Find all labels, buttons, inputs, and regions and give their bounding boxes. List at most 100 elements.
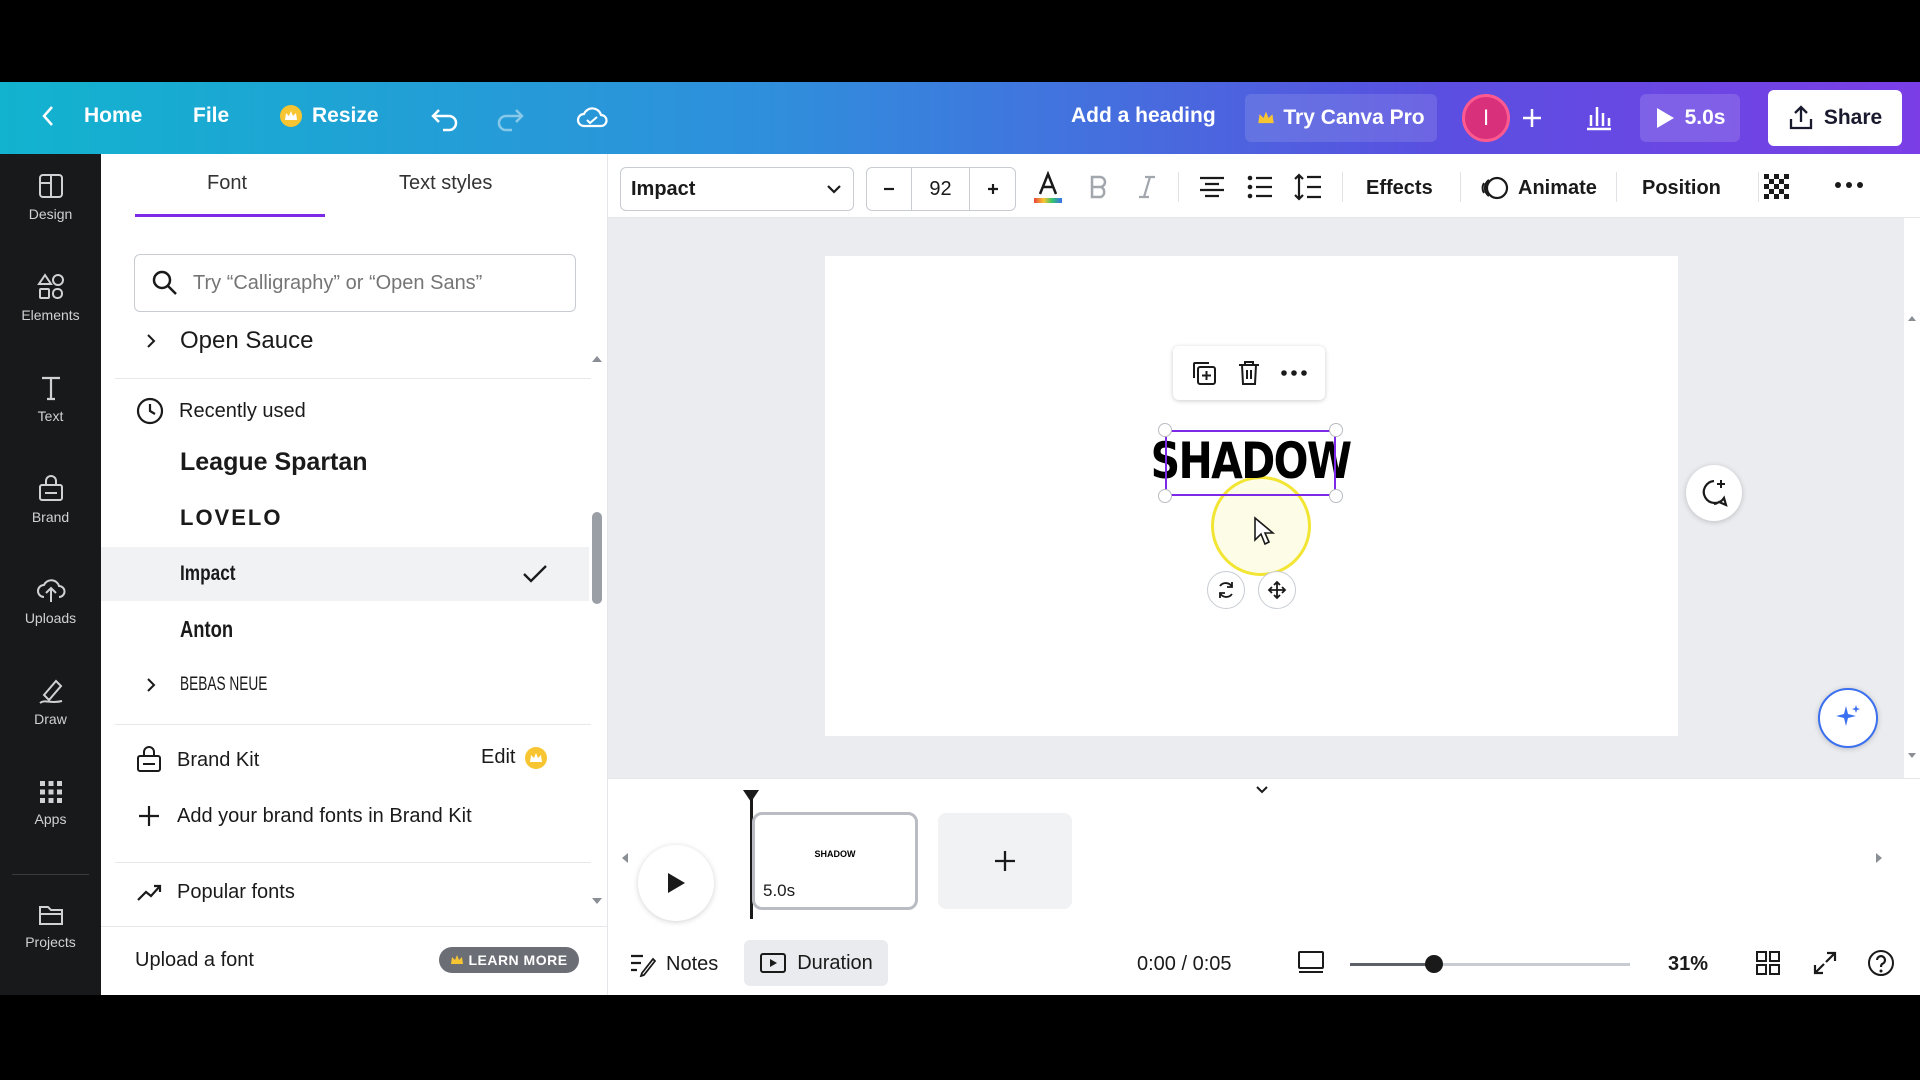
resize-handle[interactable] — [1329, 423, 1343, 437]
scroll-up-arrow-icon[interactable] — [1907, 314, 1917, 322]
font-item-anton[interactable]: Anton — [101, 602, 589, 656]
analytics-icon[interactable] — [1584, 102, 1614, 132]
duplicate-icon[interactable] — [1190, 359, 1218, 387]
italic-icon[interactable] — [1136, 174, 1158, 200]
animate-button[interactable]: Animate — [1480, 168, 1597, 208]
zoom-slider-fill — [1350, 963, 1434, 966]
grid-view-icon[interactable] — [1755, 950, 1781, 976]
design-page[interactable]: SHADOW — [825, 256, 1678, 736]
font-item-bebas-neue[interactable]: BEBAS NEUE — [101, 658, 589, 712]
canvas-vertical-scrollbar[interactable] — [1904, 218, 1920, 778]
brand-kit-label: Brand Kit — [177, 748, 260, 771]
add-heading-title[interactable]: Add a heading — [1071, 104, 1216, 128]
font-family-value: Impact — [631, 177, 696, 200]
scroll-down-arrow-icon[interactable] — [591, 896, 603, 906]
tab-text-styles[interactable]: Text styles — [399, 172, 492, 195]
increase-size-button[interactable] — [970, 168, 1015, 210]
font-item-open-sauce[interactable]: Open Sauce — [101, 314, 589, 368]
zoom-slider-knob[interactable] — [1425, 955, 1443, 973]
font-item-lovelo[interactable]: LOVELO — [101, 491, 589, 545]
font-search-input[interactable] — [193, 271, 553, 295]
left-rail: Design Elements Text Brand Uploads Draw … — [0, 154, 101, 995]
user-avatar[interactable]: I — [1462, 94, 1510, 142]
page-thumbnail[interactable]: SHADOW 5.0s — [752, 812, 918, 910]
add-page-button[interactable] — [938, 813, 1072, 909]
plus-icon[interactable] — [1520, 106, 1544, 130]
resize-button[interactable]: Resize — [280, 104, 379, 128]
rail-item-uploads[interactable]: Uploads — [0, 561, 101, 641]
cloud-saved-icon[interactable] — [576, 104, 608, 130]
more-options-icon[interactable] — [1834, 180, 1864, 190]
chevron-right-icon[interactable] — [145, 332, 157, 350]
align-center-icon[interactable] — [1198, 174, 1226, 200]
scroll-down-arrow-icon[interactable] — [1907, 752, 1917, 760]
bulleted-list-icon[interactable] — [1246, 174, 1274, 200]
rail-item-apps[interactable]: Apps — [0, 763, 101, 843]
try-canva-pro-button[interactable]: Try Canva Pro — [1245, 94, 1437, 142]
trash-icon[interactable] — [1236, 359, 1262, 387]
timeline-play-button[interactable] — [638, 845, 714, 921]
font-family-select[interactable]: Impact — [620, 167, 854, 211]
rail-item-elements[interactable]: Elements — [0, 258, 101, 338]
scroll-left-arrow-icon[interactable] — [620, 852, 630, 864]
help-icon[interactable] — [1866, 948, 1896, 978]
sparkle-icon — [1836, 705, 1860, 726]
panel-scrollbar-thumb[interactable] — [592, 512, 602, 604]
thumbnail-text: SHADOW — [814, 849, 856, 859]
rail-item-projects[interactable]: Projects — [0, 886, 101, 966]
fullscreen-icon[interactable] — [1812, 950, 1838, 976]
plus-icon — [995, 851, 1015, 871]
clock-icon — [136, 397, 164, 425]
duration-button[interactable]: Duration — [744, 940, 888, 986]
resize-handle[interactable] — [1329, 489, 1343, 503]
notes-button[interactable]: Notes — [628, 944, 718, 984]
playhead-marker-icon[interactable] — [742, 789, 760, 803]
rotate-handle[interactable] — [1207, 571, 1245, 609]
move-handle[interactable] — [1258, 571, 1296, 609]
rail-item-brand[interactable]: Brand — [0, 460, 101, 540]
file-menu[interactable]: File — [193, 104, 229, 128]
redo-icon[interactable] — [495, 104, 525, 132]
font-item-league-spartan[interactable]: League Spartan — [101, 435, 589, 489]
pen-icon — [38, 679, 62, 704]
scroll-right-arrow-icon[interactable] — [1874, 852, 1884, 864]
line-spacing-icon[interactable] — [1294, 172, 1322, 202]
brand-kit-edit-button[interactable]: Edit — [481, 746, 548, 769]
font-search[interactable] — [134, 254, 576, 312]
bold-icon[interactable] — [1088, 174, 1110, 200]
share-button[interactable]: Share — [1768, 90, 1902, 146]
move-icon — [1267, 580, 1287, 600]
text-color-icon[interactable] — [1032, 170, 1064, 206]
rail-item-design[interactable]: Design — [0, 157, 101, 237]
more-options-icon[interactable] — [1280, 369, 1308, 377]
learn-more-button[interactable]: LEARN MORE — [439, 947, 579, 973]
scroll-up-arrow-icon[interactable] — [591, 354, 603, 364]
page-view-icon[interactable] — [1296, 950, 1326, 976]
present-play-button[interactable]: 5.0s — [1640, 94, 1740, 142]
resize-handle[interactable] — [1158, 423, 1172, 437]
rail-item-draw[interactable]: Draw — [0, 662, 101, 742]
chevron-right-icon[interactable] — [145, 676, 157, 694]
transparency-icon[interactable] — [1762, 172, 1792, 202]
upload-font-link[interactable]: Upload a font — [135, 949, 254, 972]
folder-icon — [38, 906, 63, 925]
rail-item-text[interactable]: Text — [0, 359, 101, 439]
tab-font[interactable]: Font — [207, 172, 247, 195]
magic-assistant-button[interactable] — [1818, 688, 1878, 748]
home-button[interactable]: Home — [40, 104, 142, 128]
zoom-level[interactable]: 31% — [1668, 944, 1708, 984]
position-button[interactable]: Position — [1642, 168, 1721, 208]
effects-button[interactable]: Effects — [1366, 168, 1433, 208]
mouse-pointer-icon — [1254, 516, 1275, 546]
add-brand-fonts-link[interactable]: Add your brand fonts in Brand Kit — [135, 802, 472, 830]
duration-icon — [760, 953, 787, 973]
collapse-chevron-icon[interactable] — [1254, 785, 1270, 795]
resize-handle[interactable] — [1158, 489, 1172, 503]
undo-icon[interactable] — [430, 104, 460, 132]
section-divider — [115, 862, 591, 863]
decrease-size-button[interactable] — [867, 168, 912, 210]
playback-time: 0:00 / 0:05 — [1137, 952, 1232, 975]
font-item-impact[interactable]: Impact — [101, 547, 589, 601]
comment-button[interactable] — [1686, 465, 1742, 521]
font-size-input[interactable]: 92 — [912, 168, 970, 210]
